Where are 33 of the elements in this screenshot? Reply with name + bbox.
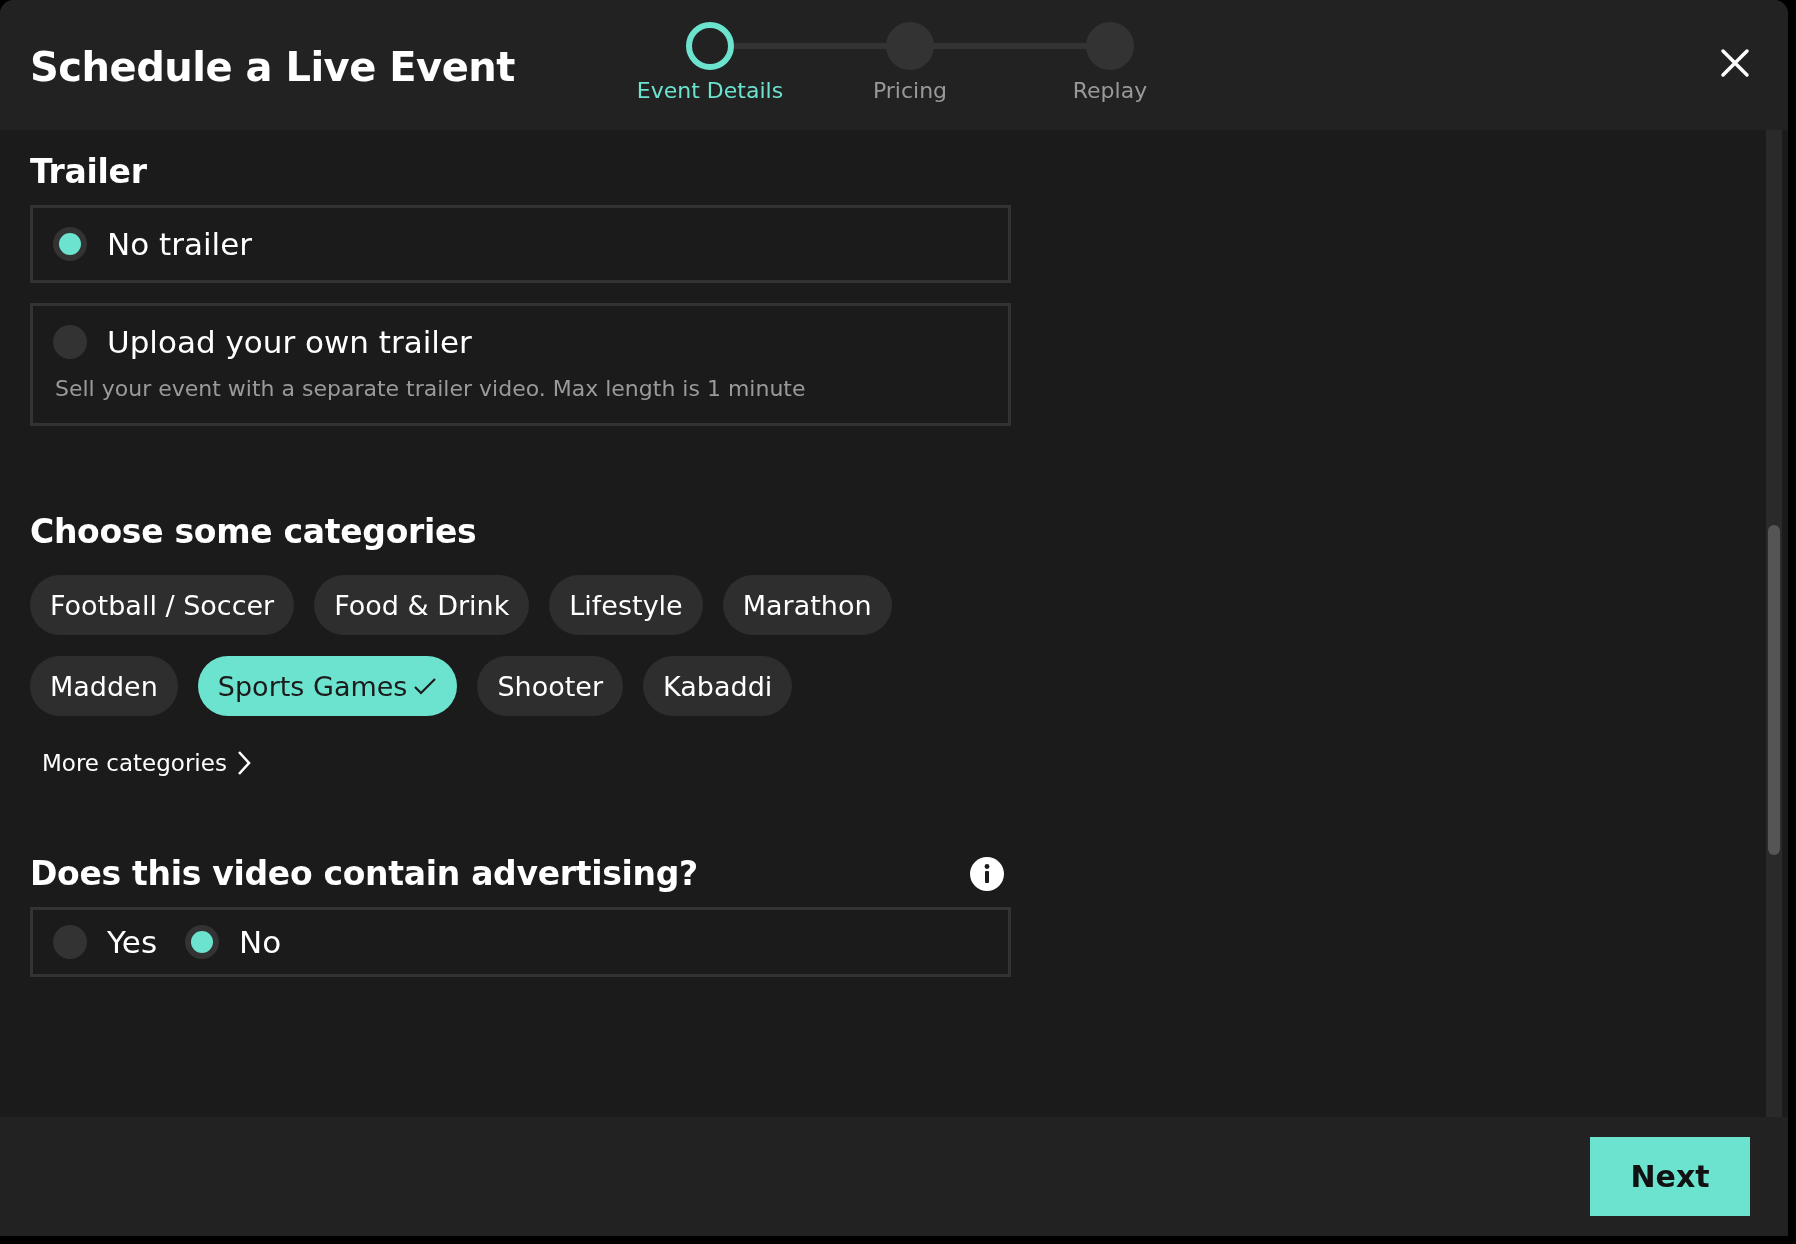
scrollbar-thumb[interactable]	[1768, 525, 1780, 855]
radio-option[interactable]: Upload your own trailer Sell your event with a separate trailer video. Max length is 1 minute	[30, 303, 1011, 426]
step-label[interactable]: Pricing	[872, 78, 948, 103]
radio-option[interactable]: No trailer	[30, 205, 1011, 283]
category-chip[interactable]: Shooter	[477, 656, 624, 716]
close-icon[interactable]	[1720, 48, 1750, 78]
category-chip[interactable]: Marathon	[722, 575, 892, 635]
step-label[interactable]: Replay	[1072, 78, 1148, 103]
more-categories-link[interactable]: More categories	[42, 750, 251, 776]
step-label[interactable]: Event Details	[636, 78, 784, 103]
radio-button[interactable]	[53, 325, 87, 359]
check-icon	[413, 676, 438, 696]
category-chip[interactable]: Lifestyle	[549, 575, 703, 635]
category-chip[interactable]: Football / Soccer	[30, 575, 295, 635]
option-description: Sell your event with a separate trailer video. Max length is 1 minute	[55, 376, 807, 401]
category-chip[interactable]: Food & Drink	[314, 575, 530, 635]
radio-button[interactable]	[53, 227, 87, 261]
option-label: No trailer	[107, 226, 252, 262]
radio-button[interactable]	[185, 925, 220, 959]
option-label: Upload your own trailer	[107, 324, 472, 360]
section-heading: Trailer	[30, 152, 148, 191]
category-chip[interactable]: Sports Games	[197, 656, 458, 716]
info-icon[interactable]	[969, 855, 1005, 892]
option-label: No	[239, 924, 282, 960]
radio-button[interactable]	[53, 925, 87, 959]
next-button[interactable]: Next	[1590, 1137, 1750, 1216]
category-chip[interactable]: Madden	[30, 656, 178, 716]
option-label: Yes	[107, 924, 158, 960]
section-heading: Choose some categories	[30, 512, 478, 551]
window-title: Schedule a Live Event	[30, 44, 516, 90]
section-heading: Does this video contain advertising?	[30, 854, 698, 893]
category-chip[interactable]: Kabaddi	[643, 656, 793, 716]
chevron-right-icon	[236, 750, 251, 776]
